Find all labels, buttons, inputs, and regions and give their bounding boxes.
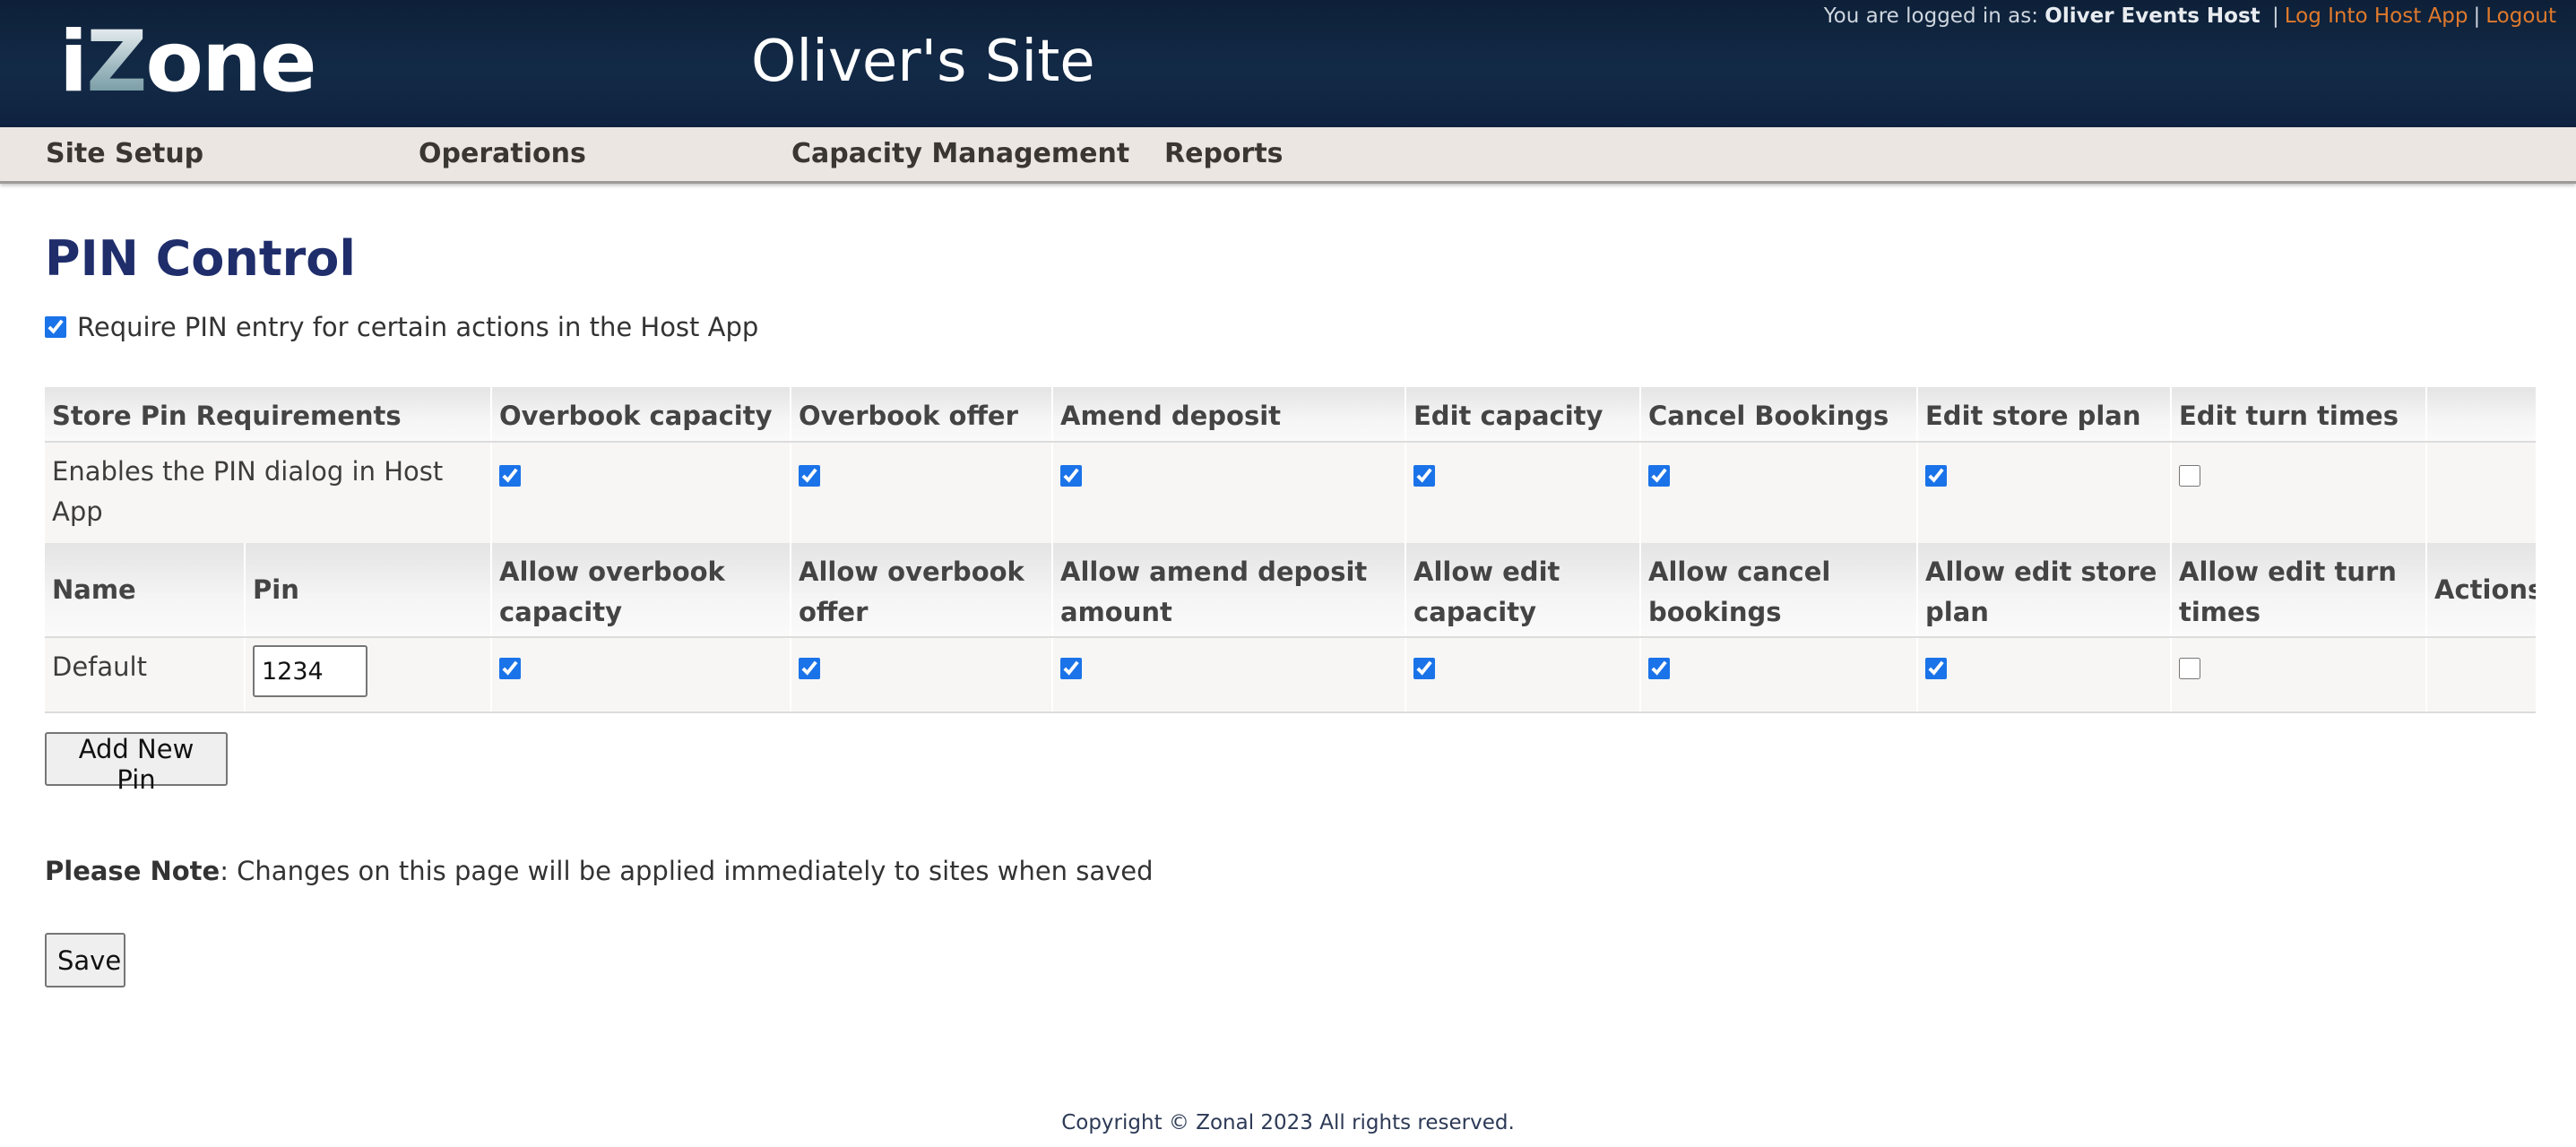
note-label: Please Note bbox=[45, 856, 220, 886]
header-allow-cancel-bookings: Allow cancel bookings bbox=[1641, 543, 1918, 636]
header-amend-deposit-amount: Amend deposit amount bbox=[1053, 387, 1406, 441]
footer-copyright: Copyright © Zonal 2023 All rights reserv… bbox=[1061, 1111, 1515, 1134]
site-title: Oliver's Site bbox=[751, 29, 1095, 95]
header-allow-overbook-offer: Allow overbook offer bbox=[791, 543, 1053, 636]
allow-amend-deposit-checkbox[interactable] bbox=[1060, 658, 1082, 679]
req-edit-store-plan-checkbox[interactable] bbox=[1925, 465, 1947, 487]
header-cancel-bookings: Cancel Bookings bbox=[1641, 387, 1918, 441]
pin-input[interactable] bbox=[253, 645, 367, 697]
req-amend-deposit-checkbox[interactable] bbox=[1060, 465, 1082, 487]
row-divider bbox=[45, 711, 2536, 713]
allow-overbook-capacity-checkbox[interactable] bbox=[499, 658, 521, 679]
izone-logo[interactable]: iZone bbox=[59, 13, 317, 113]
pin-actions-cell bbox=[2427, 638, 2536, 711]
allow-edit-store-plan-checkbox[interactable] bbox=[1925, 658, 1947, 679]
req-cancel-bookings-checkbox[interactable] bbox=[1648, 465, 1670, 487]
header-actions: Actions bbox=[2427, 543, 2536, 636]
user-name: Oliver Events Host bbox=[2044, 4, 2260, 28]
nav-item-operations[interactable]: Operations bbox=[419, 127, 586, 181]
header-allow-edit-capacity: Allow edit capacity bbox=[1406, 543, 1641, 636]
require-pin-label[interactable]: Require PIN entry for certain actions in… bbox=[77, 308, 758, 346]
logo-letter-z: Z bbox=[86, 13, 147, 111]
req-cell bbox=[1406, 443, 1641, 543]
header-empty bbox=[2427, 387, 2536, 441]
nav-item-capacity-management[interactable]: Capacity Management bbox=[791, 127, 1129, 181]
req-cell bbox=[1053, 443, 1406, 543]
header-bar: iZone Oliver's Site You are logged in as… bbox=[0, 0, 2576, 127]
req-overbook-offer-checkbox[interactable] bbox=[799, 465, 820, 487]
header-pin: Pin bbox=[246, 543, 492, 636]
logged-in-label: You are logged in as: bbox=[1823, 4, 2038, 28]
allow-cancel-bookings-checkbox[interactable] bbox=[1648, 658, 1670, 679]
pin-cell bbox=[1641, 638, 1918, 711]
pin-cell bbox=[492, 638, 791, 711]
logo-letters-one: one bbox=[145, 13, 316, 111]
pin-control-table: Store Pin Requirements Overbook capacity… bbox=[45, 387, 2536, 713]
header-allow-overbook-capacity: Allow overbook capacity bbox=[492, 543, 791, 636]
req-edit-capacity-checkbox[interactable] bbox=[1413, 465, 1435, 487]
main-nav: Site Setup Operations Capacity Managemen… bbox=[0, 127, 2576, 184]
req-cell bbox=[492, 443, 791, 543]
header-name: Name bbox=[45, 543, 246, 636]
header-allow-edit-turn-times: Allow edit turn times bbox=[2172, 543, 2427, 636]
header-edit-turn-times: Edit turn times bbox=[2172, 387, 2427, 441]
pin-cell bbox=[2172, 638, 2427, 711]
log-into-host-app-link[interactable]: Log Into Host App bbox=[2285, 4, 2468, 28]
page-title: PIN Control bbox=[45, 230, 356, 287]
require-pin-row: Require PIN entry for certain actions in… bbox=[45, 308, 758, 346]
req-edit-turn-times-checkbox[interactable] bbox=[2179, 465, 2200, 487]
header-edit-store-plan: Edit store plan bbox=[1918, 387, 2172, 441]
allow-overbook-offer-checkbox[interactable] bbox=[799, 658, 820, 679]
pin-cell bbox=[1406, 638, 1641, 711]
header-edit-capacity: Edit capacity bbox=[1406, 387, 1641, 441]
pin-cell bbox=[1918, 638, 2172, 711]
pin-cell bbox=[791, 638, 1053, 711]
header-overbook-capacity: Overbook capacity bbox=[492, 387, 791, 441]
header-overbook-offer: Overbook offer bbox=[791, 387, 1053, 441]
please-note: Please Note: Changes on this page will b… bbox=[45, 853, 1154, 889]
nav-item-site-setup[interactable]: Site Setup bbox=[46, 127, 203, 181]
pin-name-default: Default bbox=[45, 638, 246, 711]
allow-edit-turn-times-checkbox[interactable] bbox=[2179, 658, 2200, 679]
req-cell bbox=[1918, 443, 2172, 543]
logo-letter-i: i bbox=[59, 13, 88, 111]
req-cell bbox=[791, 443, 1053, 543]
req-cell bbox=[1641, 443, 1918, 543]
header-allow-amend-deposit-amount: Allow amend deposit amount bbox=[1053, 543, 1406, 636]
pin-cell bbox=[1053, 638, 1406, 711]
row-label-enables-pin-dialog: Enables the PIN dialog in Host App bbox=[45, 443, 492, 543]
save-button[interactable]: Save bbox=[45, 933, 125, 987]
header-store-pin-requirements: Store Pin Requirements bbox=[45, 387, 492, 441]
nav-item-reports[interactable]: Reports bbox=[1164, 127, 1284, 181]
req-overbook-capacity-checkbox[interactable] bbox=[499, 465, 521, 487]
logout-link[interactable]: Logout bbox=[2485, 4, 2556, 28]
separator: | bbox=[2473, 4, 2481, 28]
pin-cell bbox=[246, 638, 492, 711]
note-text: : Changes on this page will be applied i… bbox=[220, 856, 1154, 886]
header-allow-edit-store-plan: Allow edit store plan bbox=[1918, 543, 2172, 636]
separator: | bbox=[2271, 4, 2279, 28]
req-cell-empty bbox=[2427, 443, 2536, 543]
req-cell bbox=[2172, 443, 2427, 543]
allow-edit-capacity-checkbox[interactable] bbox=[1413, 658, 1435, 679]
login-info: You are logged in as: Oliver Events Host… bbox=[1824, 2, 2556, 30]
require-pin-checkbox[interactable] bbox=[45, 316, 66, 338]
add-new-pin-button[interactable]: Add New Pin bbox=[45, 732, 228, 795]
